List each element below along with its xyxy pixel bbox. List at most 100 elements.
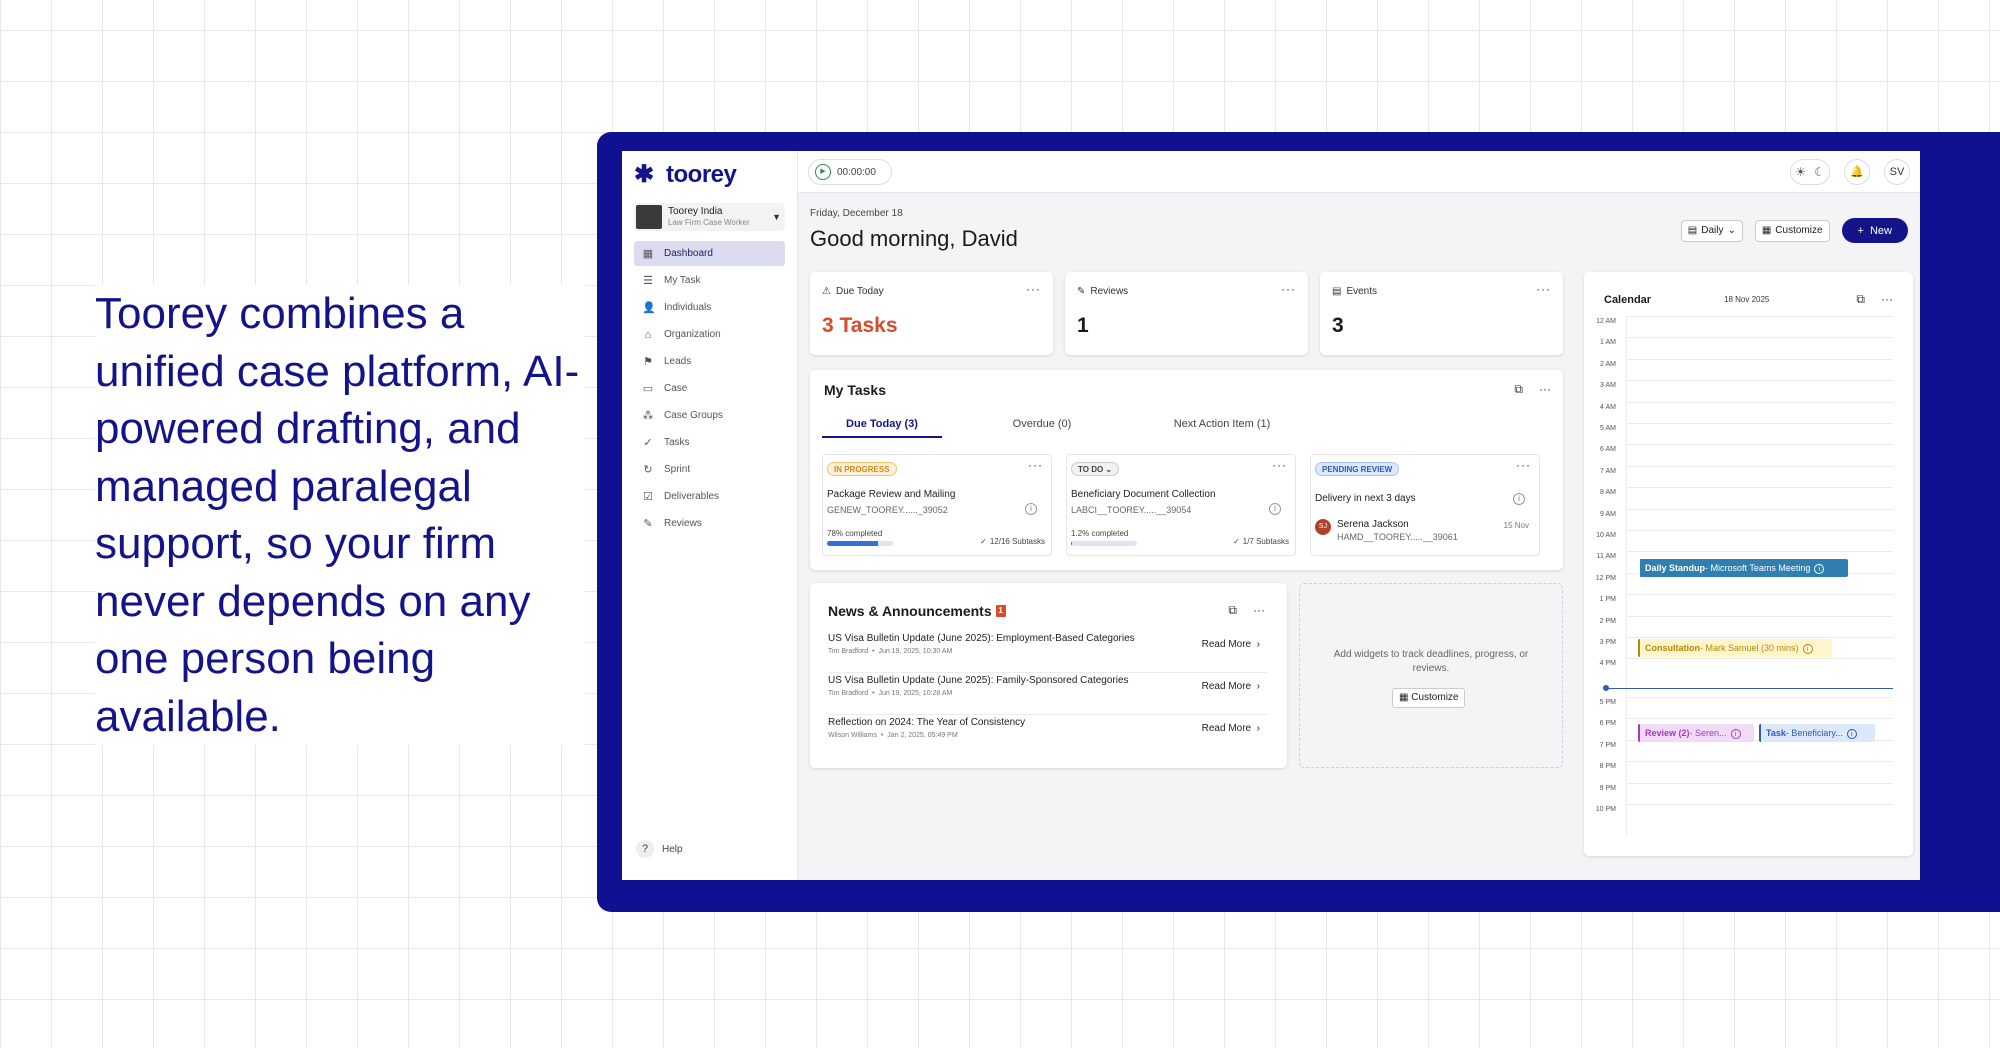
hour-label: 6 PM (1599, 720, 1616, 728)
more-icon[interactable]: ··· (1253, 603, 1265, 618)
task-card[interactable]: PENDING REVIEW ··· Delivery in next 3 da… (1310, 454, 1540, 556)
hour-row: 2 AM (1584, 358, 1913, 380)
play-icon[interactable]: ▶ (815, 164, 831, 180)
user-avatar[interactable]: SV (1884, 159, 1910, 185)
task-title: Package Review and Mailing (827, 489, 956, 500)
sidebar-item-reviews[interactable]: ✎ Reviews (634, 511, 785, 536)
calendar-event[interactable]: Review (2)- Seren... i (1638, 724, 1754, 742)
tab-next-action[interactable]: Next Action Item (1) (1142, 418, 1302, 438)
hour-row: 12 AM (1584, 316, 1913, 337)
logo-mark-icon: ✱ (634, 161, 655, 188)
more-icon[interactable]: ··· (1516, 458, 1531, 472)
sidebar-item-my-task[interactable]: ☰ My Task (634, 268, 785, 293)
news-author: Tim Bradford (828, 648, 869, 655)
sidebar-item-case-groups[interactable]: ⁂ Case Groups (634, 403, 785, 428)
more-icon[interactable]: ··· (1536, 282, 1551, 296)
more-icon[interactable]: ··· (1028, 458, 1043, 472)
external-link-icon[interactable]: ⧉ (1514, 382, 1523, 397)
hour-label: 10 PM (1595, 806, 1616, 813)
external-link-icon[interactable]: ⧉ (1228, 603, 1237, 618)
hour-label: 8 AM (1600, 489, 1616, 497)
my-tasks-card: My Tasks ⧉ ··· Due Today (3) Overdue (0)… (810, 370, 1563, 570)
widget-hint: Add widgets to track deadlines, progress… (1333, 649, 1529, 674)
hour-row: 1 PM (1584, 594, 1913, 615)
progress-bar (1071, 541, 1137, 546)
app-window: ✱ toorey Toorey India Law Firm Case Work… (622, 151, 1920, 880)
status-badge[interactable]: IN PROGRESS (827, 462, 897, 476)
view-select[interactable]: ▤ Daily ⌄ (1680, 219, 1743, 242)
sidebar-item-leads[interactable]: ⚑ Leads (634, 349, 785, 374)
sidebar-item-dashboard[interactable]: ▦ Dashboard (634, 241, 785, 266)
task-tabs: Due Today (3) Overdue (0) Next Action It… (822, 418, 1550, 438)
hour-label: 5 PM (1599, 699, 1616, 706)
main-content: ▶ 00:00:00 ☀ ☾ 🔔 SV Friday, December 18 … (798, 151, 1920, 880)
sidebar-item-tasks[interactable]: ✓ Tasks (634, 430, 785, 455)
grid-icon: ▦ (642, 248, 654, 260)
calendar-card: Calendar 18 Nov 2025 ⧉ ··· 12 AM 1 AM 2 … (1584, 272, 1913, 856)
hour-label: 3 PM (1599, 639, 1616, 646)
tab-due-today[interactable]: Due Today (3) (822, 418, 942, 438)
read-more-link[interactable]: Read More › (1202, 681, 1260, 692)
more-icon[interactable]: ··· (1026, 282, 1041, 296)
sidebar-item-deliverables[interactable]: ☑ Deliverables (634, 484, 785, 509)
news-item: Reflection on 2024: The Year of Consiste… (828, 715, 1268, 757)
widget-customize-button[interactable]: ▦ Customize (1392, 688, 1466, 708)
task-code: LABCI__TOOREY.....__39054 (1071, 505, 1192, 515)
check-circle-icon: ✓ (980, 537, 987, 546)
more-icon[interactable]: ··· (1539, 382, 1551, 397)
event-detail: - Mark Samuel (30 mins) (1700, 643, 1799, 653)
list-icon: ☰ (643, 275, 653, 287)
sidebar-item-sprint[interactable]: ↻ Sprint (634, 457, 785, 482)
more-icon[interactable]: ··· (1881, 292, 1893, 307)
read-more-label: Read More (1201, 639, 1252, 650)
new-button[interactable]: + New (1841, 218, 1908, 243)
info-icon: i (1846, 729, 1857, 739)
status-badge[interactable]: PENDING REVIEW (1315, 462, 1400, 476)
info-icon[interactable]: i (1025, 503, 1037, 515)
moon-icon: ☾ (1814, 165, 1825, 179)
calendar-event[interactable]: Daily Standup- Microsoft Teams Meeting i (1638, 559, 1848, 577)
stat-card-reviews[interactable]: ✎ Reviews ··· 1 (1065, 272, 1308, 355)
view-select-label: Daily (1701, 225, 1724, 236)
hour-row: 1 AM (1584, 337, 1913, 358)
task-card[interactable]: IN PROGRESS ··· Package Review and Maili… (822, 454, 1052, 556)
more-icon[interactable]: ··· (1272, 458, 1287, 472)
logo[interactable]: ✱ toorey (634, 161, 785, 189)
chevron-down-icon: ⌄ (1727, 225, 1736, 236)
info-icon[interactable]: i (1269, 503, 1281, 515)
task-card[interactable]: TO DO ⌄ ··· Beneficiary Document Collect… (1066, 454, 1296, 556)
bell-icon[interactable]: 🔔 (1844, 159, 1870, 185)
news-date: Jun 19, 2025, 10:30 AM (878, 648, 953, 655)
help-label: Help (662, 843, 683, 855)
hour-label: 7 PM (1599, 741, 1616, 749)
check-circle-icon: ✓ (1233, 537, 1240, 546)
help-link[interactable]: ? Help (636, 840, 683, 858)
sidebar-item-organization[interactable]: ⌂ Organization (634, 322, 785, 347)
more-icon[interactable]: ··· (1281, 282, 1296, 296)
sidebar-item-individuals[interactable]: 👤 Individuals (634, 295, 785, 320)
tab-overdue[interactable]: Overdue (0) (942, 418, 1142, 438)
read-more-link[interactable]: Read More › (1202, 723, 1260, 734)
stat-card-events[interactable]: ▤ Events ··· 3 (1320, 272, 1563, 355)
subtask-count: 1/7 Subtasks (1242, 537, 1289, 546)
sidebar-item-case[interactable]: ▭ Case (634, 376, 785, 401)
hour-row: 4 AM (1584, 401, 1913, 423)
status-badge[interactable]: TO DO ⌄ (1071, 462, 1120, 476)
due-date: 15 Nov (1503, 521, 1529, 530)
read-more-link[interactable]: Read More › (1202, 639, 1260, 650)
timer-widget[interactable]: ▶ 00:00:00 (808, 159, 892, 185)
info-icon[interactable]: i (1513, 493, 1525, 505)
external-link-icon[interactable]: ⧉ (1856, 292, 1865, 307)
event-title: Daily Standup (1645, 563, 1706, 573)
calendar-event[interactable]: Task- Beneficiary... i (1759, 724, 1875, 742)
stat-card-due-today[interactable]: ⚠ Due Today ··· 3 Tasks (810, 272, 1053, 355)
hour-label: 1 AM (1600, 339, 1616, 347)
current-date: Friday, December 18 (810, 208, 903, 219)
theme-toggle[interactable]: ☀ ☾ (1790, 159, 1830, 185)
stat-title: Reviews (1090, 286, 1129, 297)
org-switcher[interactable]: Toorey India Law Firm Case Worker ▼ (634, 203, 785, 231)
stat-value: 3 (1332, 314, 1344, 337)
calendar-event[interactable]: Consultation- Mark Samuel (30 mins) i (1638, 639, 1832, 657)
news-card: News & Announcements 1 ⧉ ··· US Visa Bul… (810, 583, 1287, 768)
customize-button[interactable]: ▦ Customize (1754, 219, 1830, 242)
